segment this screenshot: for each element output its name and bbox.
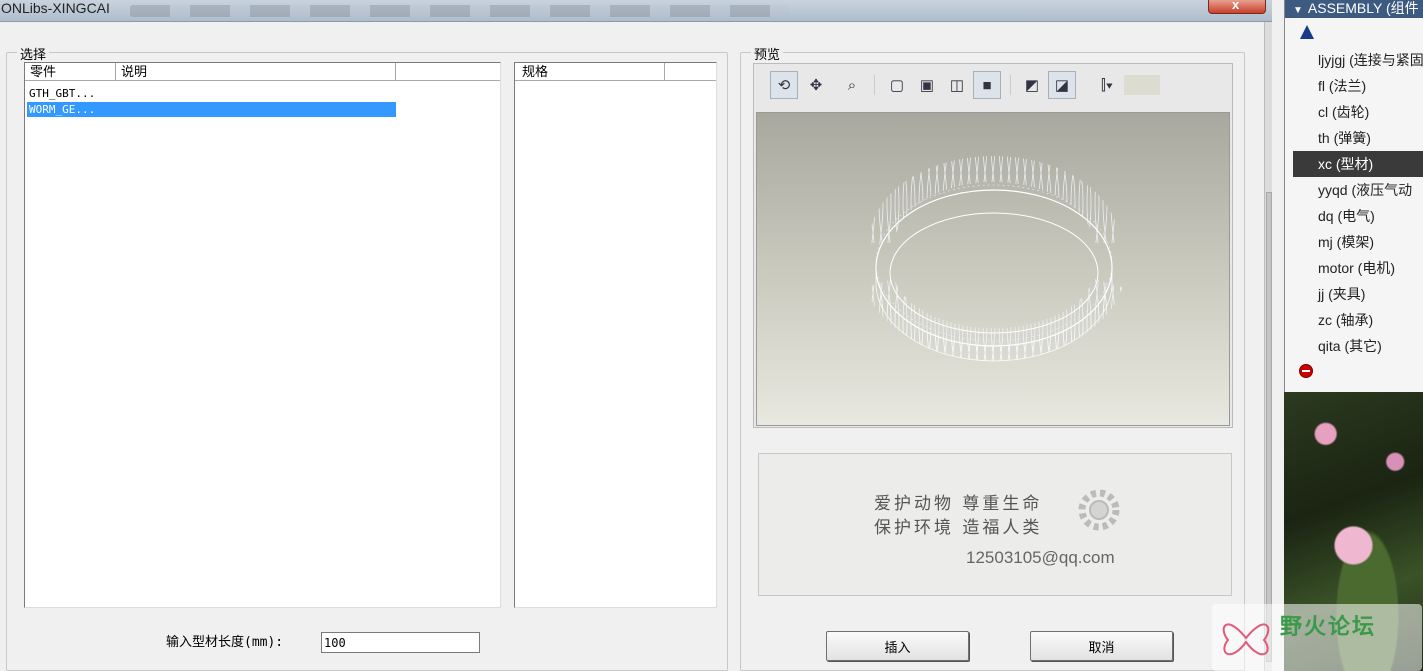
up-arrow-icon[interactable] <box>1300 25 1314 39</box>
assembly-item[interactable]: fl (法兰) <box>1293 73 1423 99</box>
toolbar-separator <box>1010 75 1011 95</box>
assembly-header-label: ASSEMBLY (组件 <box>1307 0 1419 16</box>
cancel-button[interactable]: 取消 <box>1030 631 1173 661</box>
spec-list[interactable]: 规格 <box>514 62 717 608</box>
column-header-description[interactable]: 说明 <box>116 63 396 81</box>
toolbar-separator <box>874 75 875 95</box>
assembly-item[interactable]: mj (模架) <box>1293 229 1423 255</box>
scrollbar-thumb[interactable] <box>1266 192 1272 662</box>
list-item[interactable]: GTH_GBT... <box>27 86 396 101</box>
assembly-item[interactable]: jj (夹具) <box>1293 281 1423 307</box>
no-hidden-icon[interactable]: ◫ <box>943 71 971 99</box>
hidden-line-icon[interactable]: ▣ <box>913 71 941 99</box>
assembly-item[interactable]: yyqd (液压气动 <box>1293 177 1423 203</box>
assembly-item[interactable]: qita (其它) <box>1293 333 1423 359</box>
pan-icon[interactable]: ✥ <box>802 71 830 99</box>
info-panel: 爱护动物 尊重生命 保护环境 造福人类 12503105@qq.com <box>758 453 1232 596</box>
window-title: ONLibs-XINGCAI <box>1 0 110 16</box>
dialog-window: ONLibs-XINGCAI x 选择 零件 说明 GTH_GBT... WOR… <box>0 0 1272 671</box>
zoom-fit-icon[interactable]: ⌕ <box>838 71 866 99</box>
assembly-item[interactable]: motor (电机) <box>1293 255 1423 281</box>
preview-group-label: 预览 <box>751 44 784 63</box>
list-item-selected[interactable]: WORM_GE... <box>27 102 396 117</box>
display-style-dropdown-icon[interactable]: ⫿▾ <box>1092 71 1122 99</box>
assembly-panel: ▼ ASSEMBLY (组件 ljyjgj (连接与紧固 fl (法兰) cl (… <box>1284 0 1423 392</box>
preview-toolbar: ⟲ ✥ ⌕ ▢ ▣ ◫ ■ ◩ ◪ ⫿▾ <box>770 71 1170 99</box>
slogan-line-1: 爱护动物 尊重生命 <box>874 494 1043 514</box>
3d-preview-viewport[interactable] <box>756 112 1230 426</box>
column-header-part[interactable]: 零件 <box>25 63 116 81</box>
shaded-icon[interactable]: ■ <box>973 71 1001 99</box>
stop-icon[interactable] <box>1299 364 1313 378</box>
assembly-item[interactable]: th (弹簧) <box>1293 125 1423 151</box>
column-header-spec[interactable]: 规格 <box>515 63 665 81</box>
assembly-item[interactable]: zc (轴承) <box>1293 307 1423 333</box>
dialog-scrollbar[interactable] <box>1264 22 1272 671</box>
assembly-item[interactable]: dq (电气) <box>1293 203 1423 229</box>
assembly-item[interactable]: ljyjgj (连接与紧固 <box>1293 47 1423 73</box>
email-text: 12503105@qq.com <box>966 548 1115 567</box>
insert-button[interactable]: 插入 <box>826 631 969 661</box>
gear-logo-icon <box>1078 489 1120 531</box>
parts-list-header: 零件 说明 <box>25 63 500 81</box>
view-saved-icon[interactable]: ◩ <box>1018 71 1046 99</box>
wireframe-icon[interactable]: ▢ <box>883 71 911 99</box>
parts-list[interactable]: 零件 说明 GTH_GBT... WORM_GE... <box>24 62 501 608</box>
assembly-item[interactable]: cl (齿轮) <box>1293 99 1423 125</box>
length-label: 输入型材长度(mm): <box>166 635 284 650</box>
assembly-item-selected[interactable]: xc (型材) <box>1293 151 1423 177</box>
close-icon: x <box>1232 0 1240 12</box>
slogan-line-2: 保护环境 造福人类 <box>874 518 1043 538</box>
length-input[interactable] <box>321 632 480 653</box>
spec-list-header: 规格 <box>515 63 716 81</box>
butterfly-logo-icon <box>1222 623 1270 656</box>
title-bar-background <box>130 5 790 17</box>
assembly-header[interactable]: ▼ ASSEMBLY (组件 <box>1285 0 1423 18</box>
toolbar-color-swatch <box>1124 75 1160 95</box>
watermark-text: 野火论坛 <box>1280 615 1377 640</box>
view-reorient-icon[interactable]: ◪ <box>1048 71 1076 99</box>
close-button[interactable]: x <box>1208 0 1266 14</box>
worm-gear-ring-model <box>865 156 1123 362</box>
collapse-triangle-icon: ▼ <box>1293 5 1303 16</box>
title-bar[interactable]: ONLibs-XINGCAI x <box>0 0 1272 22</box>
forum-watermark: 野火论坛 <box>1212 604 1422 671</box>
spin-orient-icon[interactable]: ⟲ <box>770 71 798 99</box>
select-group-label: 选择 <box>17 44 50 63</box>
